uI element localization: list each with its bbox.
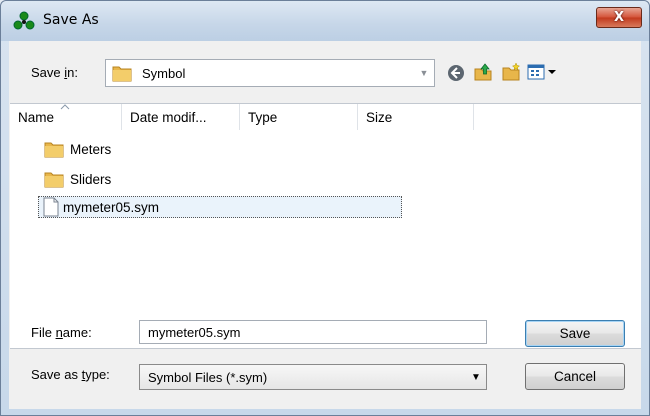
folder-icon <box>112 66 132 82</box>
list-item-mymeter05[interactable]: mymeter05.sym <box>38 196 402 218</box>
list-item-meters[interactable]: Meters <box>44 138 111 160</box>
column-header-name[interactable]: Name <box>10 104 122 130</box>
view-menu-icon[interactable] <box>527 62 559 82</box>
filename-value: mymeter05.sym <box>148 325 241 340</box>
file-list[interactable]: Name Date modif... Type Size Meters Slid… <box>10 103 641 349</box>
filename-input[interactable]: mymeter05.sym <box>139 320 487 344</box>
list-item-sliders[interactable]: Sliders <box>44 168 111 190</box>
save-in-value: Symbol <box>142 66 186 81</box>
save-as-type-value: Symbol Files (*.sym) <box>148 370 268 385</box>
item-label: Sliders <box>70 171 112 187</box>
folder-icon <box>44 172 64 188</box>
save-in-dropdown[interactable]: Symbol ▼ <box>105 59 435 87</box>
column-name-label: Name <box>18 109 55 125</box>
cancel-button[interactable]: Cancel <box>525 363 625 390</box>
window-title: Save As <box>43 12 99 28</box>
column-type-label: Type <box>248 109 278 125</box>
sort-up-icon <box>60 104 70 110</box>
file-icon <box>43 197 59 217</box>
column-size-label: Size <box>366 109 393 125</box>
save-as-type-dropdown[interactable]: Symbol Files (*.sym) ▼ <box>139 364 487 390</box>
folder-icon <box>44 142 64 158</box>
column-date-label: Date modif... <box>130 109 207 125</box>
column-header-date[interactable]: Date modif... <box>122 104 240 130</box>
close-button[interactable]: X <box>596 7 642 28</box>
title-bar[interactable]: Save As X <box>1 1 649 41</box>
save-as-type-label: Save as type: <box>31 367 110 382</box>
chevron-down-icon[interactable]: ▼ <box>466 365 486 389</box>
filename-label: File name: <box>31 325 92 340</box>
new-folder-icon[interactable] <box>501 62 521 82</box>
save-in-label: Save in: <box>31 65 78 80</box>
dialog-body: Save in: Symbol ▼ Name Date modif... Typ… <box>9 41 641 409</box>
column-header-size[interactable]: Size <box>358 104 474 130</box>
save-as-dialog: Save As X Save in: Symbol ▼ Name Date mo… <box>0 0 650 416</box>
back-icon[interactable] <box>446 63 466 83</box>
column-header-type[interactable]: Type <box>240 104 358 130</box>
app-icon <box>13 11 35 30</box>
chevron-down-icon[interactable]: ▼ <box>414 60 434 86</box>
up-folder-icon[interactable] <box>473 62 493 82</box>
save-button[interactable]: Save <box>525 320 625 347</box>
item-label: mymeter05.sym <box>63 199 160 215</box>
item-label: Meters <box>70 141 112 157</box>
